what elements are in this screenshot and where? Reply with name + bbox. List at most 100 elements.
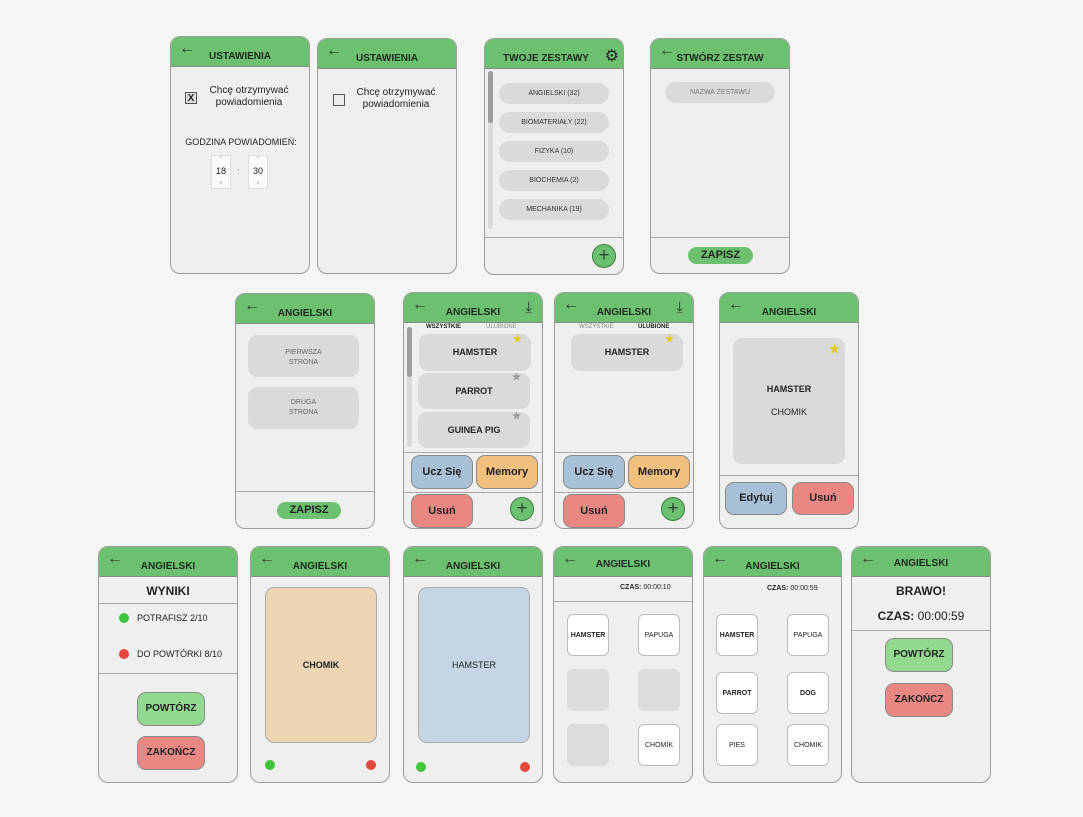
header: ← USTAWIENIA [318, 39, 456, 69]
tab-all[interactable]: WSZYSTKIE [426, 324, 461, 330]
screen-card-list-favorites: ← ANGIELSKI ⤓ WSZYSTKIE ULUBIONE HAMSTER ★ … [554, 292, 694, 529]
learn-button[interactable]: Ucz Się [411, 455, 473, 489]
memory-tile[interactable]: HAMSTER [567, 614, 609, 656]
download-arrow-icon[interactable]: ⤓ [676, 299, 683, 316]
header: ← ANGIELSKI [236, 294, 374, 324]
header: ← ANGIELSKI [852, 547, 990, 577]
screen-game-finished: ← ANGIELSKI BRAWO! CZAS: 00:00:59 POWTÓRZ… [851, 546, 991, 783]
screen-title: USTAWIENIA [355, 53, 419, 64]
screen-create-set: ← STWÓRZ ZESTAW NAZWA ZESTAWU ZAPISZ [650, 38, 790, 274]
timer: CZAS: 00:00:10 [620, 584, 671, 591]
star-icon[interactable]: ★ [829, 342, 840, 356]
set-item[interactable]: BIOCHEMIA (2) [499, 170, 609, 191]
results-heading: WYNIKI [146, 584, 190, 598]
memory-tile[interactable]: DOG [787, 672, 829, 714]
minute-spinner[interactable]: ^ 30 v [248, 155, 268, 189]
screen-settings-enabled: ← USTAWIENIA X Chcę otrzymywać powiadomien… [170, 36, 310, 274]
screen-title: STWÓRZ ZESTAW [676, 53, 764, 64]
divider [404, 492, 542, 493]
divider [485, 237, 623, 238]
add-set-button[interactable]: + [592, 244, 616, 268]
edit-button[interactable]: Edytuj [725, 482, 787, 515]
finish-button[interactable]: ZAKOŃCZ [885, 683, 953, 717]
dont-know-dot-button[interactable] [520, 762, 530, 772]
screen-title: ANGIELSKI [277, 308, 333, 319]
notifications-label: Chcę otrzymywać powiadomienia [209, 85, 289, 108]
review-count: DO POWTÓRKI 8/10 [137, 649, 223, 659]
delete-button[interactable]: Usuń [792, 482, 854, 515]
set-item[interactable]: MECHANIKA (19) [499, 199, 609, 220]
memory-tile[interactable]: PIES [716, 724, 758, 766]
memory-tile[interactable]: PAPUGA [787, 614, 829, 656]
header: ← ANGIELSKI [404, 547, 542, 577]
dont-know-dot-button[interactable] [366, 760, 376, 770]
star-icon[interactable]: ★ [512, 399, 521, 435]
screen-card-detail: ← ANGIELSKI ★ HAMSTER CHOMIK Edytuj Usuń [719, 292, 859, 529]
finish-button[interactable]: ZAKOŃCZ [137, 736, 205, 770]
scrollbar-thumb[interactable] [488, 71, 493, 123]
save-button[interactable]: ZAPISZ [277, 502, 341, 519]
know-dot-button[interactable] [416, 762, 426, 772]
front-side-input[interactable]: PIERWSZA STRONA [248, 335, 359, 377]
download-arrow-icon[interactable]: ⤓ [525, 299, 532, 316]
delete-button[interactable]: Usuń [411, 494, 473, 528]
screen-title: ANGIELSKI [595, 559, 651, 570]
save-button[interactable]: ZAPISZ [688, 247, 753, 264]
screen-title: ANGIELSKI [445, 307, 501, 318]
memory-tile[interactable]: CHOMIK [638, 724, 680, 766]
set-item[interactable]: FIZYKA (10) [499, 141, 609, 162]
screen-title: ANGIELSKI [140, 561, 196, 572]
add-card-button[interactable]: + [510, 497, 534, 521]
gear-icon[interactable]: ⚙ [605, 46, 619, 66]
scrollbar-thumb[interactable] [407, 327, 412, 377]
repeat-button[interactable]: POWTÓRZ [137, 692, 205, 726]
set-item[interactable]: BIOMATERIAŁY (22) [499, 112, 609, 133]
set-name-input[interactable]: NAZWA ZESTAWU [665, 82, 775, 103]
memory-tile[interactable]: PARROT [716, 672, 758, 714]
screen-title: ANGIELSKI [292, 561, 348, 572]
repeat-button[interactable]: POWTÓRZ [885, 638, 953, 672]
screen-results: ← ANGIELSKI WYNIKI POTRAFISZ 2/10 DO POWT… [98, 546, 238, 783]
screen-title: USTAWIENIA [208, 51, 272, 62]
memory-tile[interactable]: HAMSTER [716, 614, 758, 656]
time-separator: : [237, 166, 240, 176]
divider [99, 673, 237, 674]
final-time: CZAS: 00:00:59 [877, 609, 965, 623]
memory-tile-hidden[interactable] [638, 669, 680, 711]
memory-button[interactable]: Memory [476, 455, 538, 489]
header: ← ANGIELSKI [251, 547, 389, 577]
word-card[interactable]: HAMSTER ★ [571, 334, 683, 371]
star-icon[interactable]: ★ [513, 321, 522, 358]
memory-tile-hidden[interactable] [567, 669, 609, 711]
header: TWOJE ZESTAWY ⚙ [485, 39, 623, 69]
notifications-checkbox[interactable] [333, 94, 345, 106]
header: ← ANGIELSKI ⤓ [555, 293, 693, 323]
screen-card-list-all: ← ANGIELSKI ⤓ WSZYSTKIE ULUBIONE HAMSTER ★ … [403, 292, 543, 529]
flashcard[interactable]: HAMSTER [418, 587, 530, 743]
divider [720, 475, 858, 476]
memory-tile-hidden[interactable] [567, 724, 609, 766]
star-icon[interactable]: ★ [665, 321, 674, 358]
star-icon[interactable]: ★ [512, 360, 521, 396]
notifications-checkbox[interactable]: X [185, 92, 197, 104]
memory-tile[interactable]: PAPUGA [638, 614, 680, 656]
memory-tile[interactable]: CHOMIK [787, 724, 829, 766]
red-dot-icon [119, 649, 129, 659]
notifications-label: Chcę otrzymywać powiadomienia [356, 87, 436, 110]
hour-spinner[interactable]: ^ 18 v [211, 155, 231, 189]
tab-all[interactable]: WSZYSTKIE [579, 324, 614, 330]
back-side-input[interactable]: DRUGA STRONA [248, 387, 359, 429]
divider [852, 630, 990, 631]
delete-button[interactable]: Usuń [563, 494, 625, 528]
timer: CZAS: 00:00:59 [767, 585, 818, 592]
add-card-button[interactable]: + [661, 497, 685, 521]
memory-button[interactable]: Memory [628, 455, 690, 489]
header: ← STWÓRZ ZESTAW [651, 39, 789, 69]
set-item[interactable]: ANGIELSKI (32) [499, 83, 609, 104]
flashcard[interactable]: CHOMIK [265, 587, 377, 743]
word-card[interactable]: GUINEA PIG ★ [418, 411, 530, 448]
learn-button[interactable]: Ucz Się [563, 455, 625, 489]
screen-title: ANGIELSKI [893, 558, 949, 569]
known-count: POTRAFISZ 2/10 [137, 613, 208, 623]
know-dot-button[interactable] [265, 760, 275, 770]
